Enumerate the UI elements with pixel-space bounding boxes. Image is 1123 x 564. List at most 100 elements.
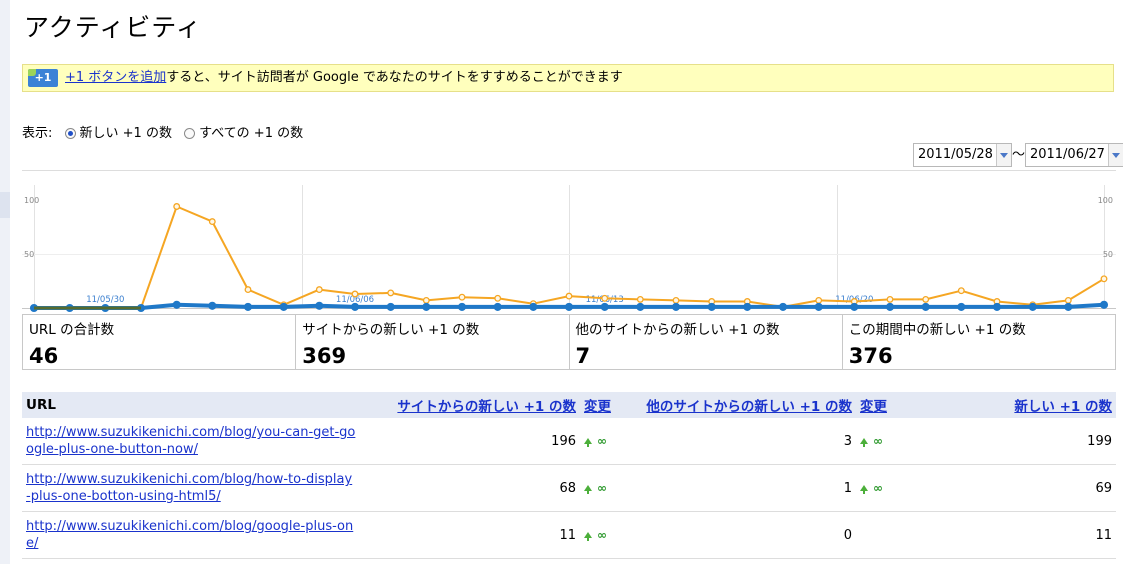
data-point [636,295,644,303]
change-value: ∞ [597,433,607,448]
stat-label: サイトからの新しい +1 の数 [302,322,480,338]
data-point [422,296,430,304]
cell-new-total: 11 [900,511,1116,559]
url-link[interactable]: http://www.suzukikenichi.com/blog/you-ca… [26,424,356,458]
cell-other-new: 3 [624,418,856,465]
data-point [564,302,574,311]
data-point [422,302,431,311]
data-point [1028,302,1037,311]
data-point [814,302,823,311]
data-point [172,300,181,309]
data-point [707,302,716,311]
cell-other-new: 0 [624,511,856,559]
y-tick-label: 50 [24,250,34,259]
table-row: http://www.suzukikenichi.com/blog/you-ca… [22,418,1116,465]
header-url: URL [22,392,370,418]
left-nav-strip [0,0,10,564]
add-plus-one-link[interactable]: +1 ボタンを追加 [65,70,166,85]
sort-new-total[interactable]: 新しい +1 の数 [1014,399,1112,415]
sort-change-1[interactable]: 変更 [584,399,611,415]
data-point [672,296,680,304]
change-value: ∞ [597,527,607,542]
change-indicator: ∞ [584,481,607,495]
data-point [493,302,502,311]
display-label: 表示: [22,126,53,141]
stat-label: 他のサイトからの新しい +1 の数 [575,322,780,338]
url-link[interactable]: http://www.suzukikenichi.com/blog/google… [26,518,356,552]
left-nav-marker [0,192,10,218]
data-point [921,302,930,311]
y-tick-label: 100 [24,196,39,205]
data-point [885,302,895,311]
activity-chart: 100100505011/05/3011/06/0611/06/1311/06/… [22,185,1116,313]
x-tick-label: 11/05/30 [86,295,124,305]
end-date-value: 2011/06/27 [1029,147,1105,162]
stat-period-new: この期間中の新しい +1 の数 376 [843,315,1115,369]
stat-label: この期間中の新しい +1 の数 [848,322,1026,338]
plus-one-icon: +1 [28,69,58,87]
page-title: アクティビティ [24,13,202,42]
data-point [457,302,467,311]
data-point [601,294,609,302]
data-point [565,292,573,300]
data-point [957,302,966,311]
data-point [957,287,965,295]
data-point [743,302,752,311]
data-point [992,302,1002,311]
data-point [778,302,788,311]
data-point [494,294,502,302]
end-date-select[interactable]: 2011/06/27 [1024,143,1123,167]
radio-all-label[interactable]: すべての +1 の数 [199,126,303,141]
data-point [850,302,859,311]
data-point [1064,302,1073,311]
cell-site-new: 68 [370,464,580,512]
table-header: URL サイトからの新しい +1 の数 変更 他のサイトからの新しい +1 の数… [22,392,1116,418]
data-point [1100,275,1108,283]
change-indicator: ∞ [860,481,883,495]
data-point [1064,296,1072,304]
chevron-down-icon[interactable] [995,144,1011,166]
date-range-picker: 2011/05/28 〜 2011/06/27 [913,143,1123,167]
data-point [387,289,395,297]
start-date-select[interactable]: 2011/05/28 [913,143,1012,167]
data-point [351,290,359,298]
arrow-up-icon [860,437,868,447]
data-point [458,293,466,301]
stat-value: 7 [575,344,591,368]
url-table: URL サイトからの新しい +1 の数 変更 他のサイトからの新しい +1 の数… [22,392,1116,559]
radio-new-label[interactable]: 新しい +1 の数 [80,126,172,141]
stat-other-new: 他のサイトからの新しい +1 の数 7 [570,315,843,369]
sort-other-new[interactable]: 他のサイトからの新しい +1 の数 [646,399,852,415]
start-date-value: 2011/05/28 [918,147,993,162]
stat-site-new: サイトからの新しい +1 の数 369 [296,315,570,369]
sort-change-2[interactable]: 変更 [860,399,887,415]
data-point [886,295,894,303]
radio-new-plus-ones[interactable] [64,128,76,139]
table-row: http://www.suzukikenichi.com/blog/how-to… [22,464,1116,512]
data-point [243,302,253,311]
change-value: ∞ [597,480,607,495]
data-point [315,286,323,294]
divider [22,170,1116,171]
display-options: 表示: 新しい +1 の数 すべての +1 の数 [22,122,303,141]
data-point [279,302,288,311]
radio-all-plus-ones[interactable] [184,128,196,139]
cell-new-total: 199 [900,418,1116,465]
stat-label: URL の合計数 [29,322,115,338]
data-point [208,218,216,226]
change-indicator: ∞ [860,434,883,448]
stat-value: 376 [848,344,893,368]
cell-site-new: 196 [370,418,580,465]
notice-body: すると、サイト訪問者が Google であなたのサイトをすすめることができます [166,70,623,85]
change-indicator: ∞ [584,434,607,448]
change-value: ∞ [873,433,883,448]
chevron-down-icon[interactable] [1107,144,1123,166]
change-value: ∞ [873,480,883,495]
url-link[interactable]: http://www.suzukikenichi.com/blog/how-to… [26,471,356,505]
sort-site-new[interactable]: サイトからの新しい +1 の数 [397,399,576,415]
stat-total-urls: URL の合計数 46 [23,315,297,369]
data-point [671,302,681,311]
date-separator: 〜 [1011,147,1025,163]
data-point [386,302,395,311]
cell-new-total: 69 [900,464,1116,512]
